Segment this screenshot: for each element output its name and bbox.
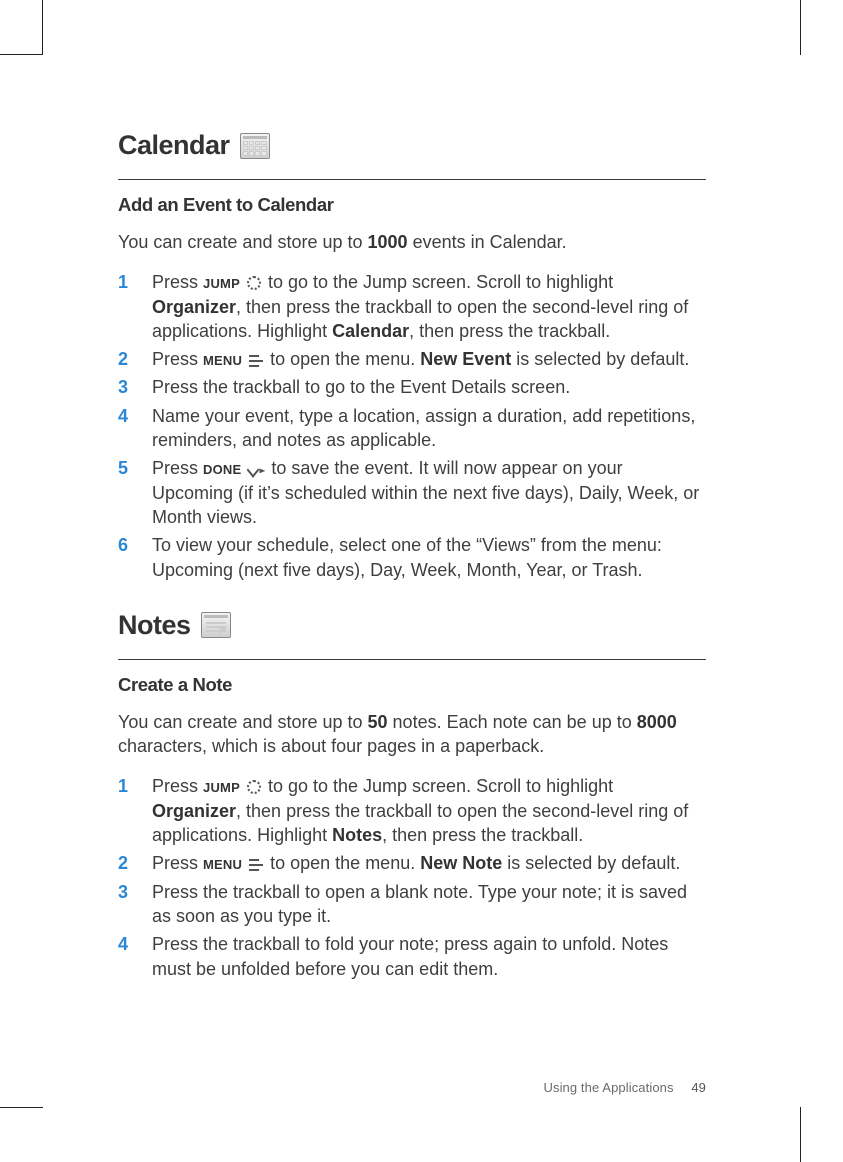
- step-number: 5: [118, 456, 152, 529]
- text: notes. Each note can be up to: [388, 712, 637, 732]
- bold-value: 50: [368, 712, 388, 732]
- step-item: 2Press MENU to open the menu. New Event …: [118, 347, 706, 371]
- step-list-notes: 1Press JUMP to go to the Jump screen. Sc…: [118, 774, 706, 980]
- step-text: Name your event, type a location, assign…: [152, 404, 706, 453]
- key-label: JUMP: [203, 780, 240, 795]
- crop-mark: [42, 0, 43, 55]
- step-item: 2Press MENU to open the menu. New Note i…: [118, 851, 706, 875]
- intro-text: You can create and store up to 1000 even…: [118, 230, 706, 254]
- divider: [118, 659, 706, 660]
- calendar-icon: [240, 133, 270, 159]
- bold-text: Notes: [332, 825, 382, 845]
- bold-text: Calendar: [332, 321, 409, 341]
- jump-icon: [247, 780, 261, 794]
- divider: [118, 179, 706, 180]
- page-footer: Using the Applications 49: [118, 1080, 706, 1095]
- text: You can create and store up to: [118, 712, 368, 732]
- step-number: 2: [118, 851, 152, 875]
- bold-value: 8000: [637, 712, 677, 732]
- step-item: 3Press the trackball to open a blank not…: [118, 880, 706, 929]
- step-number: 6: [118, 533, 152, 582]
- subsection-title: Add an Event to Calendar: [118, 194, 706, 216]
- step-text: Press the trackball to go to the Event D…: [152, 375, 706, 399]
- section-title-text: Notes: [118, 610, 191, 641]
- bold-value: 1000: [368, 232, 408, 252]
- text: You can create and store up to: [118, 232, 368, 252]
- crop-mark: [800, 1107, 801, 1162]
- done-icon: [248, 464, 264, 476]
- section-title-text: Calendar: [118, 130, 230, 161]
- bold-text: New Note: [420, 853, 502, 873]
- step-text: Press JUMP to go to the Jump screen. Scr…: [152, 270, 706, 343]
- step-item: 4Name your event, type a location, assig…: [118, 404, 706, 453]
- step-number: 3: [118, 880, 152, 929]
- step-text: Press the trackball to fold your note; p…: [152, 932, 706, 981]
- crop-mark: [800, 0, 801, 55]
- step-number: 1: [118, 774, 152, 847]
- text: events in Calendar.: [408, 232, 567, 252]
- step-text: Press JUMP to go to the Jump screen. Scr…: [152, 774, 706, 847]
- footer-section: Using the Applications: [543, 1080, 673, 1095]
- step-text: Press MENU to open the menu. New Event i…: [152, 347, 706, 371]
- step-number: 4: [118, 932, 152, 981]
- step-text: To view your schedule, select one of the…: [152, 533, 706, 582]
- step-item: 3Press the trackball to go to the Event …: [118, 375, 706, 399]
- bold-text: Organizer: [152, 801, 236, 821]
- step-text: Press the trackball to open a blank note…: [152, 880, 706, 929]
- subsection-title: Create a Note: [118, 674, 706, 696]
- key-label: JUMP: [203, 276, 240, 291]
- crop-mark: [0, 54, 43, 55]
- step-item: 1Press JUMP to go to the Jump screen. Sc…: [118, 774, 706, 847]
- jump-icon: [247, 276, 261, 290]
- bold-text: Organizer: [152, 297, 236, 317]
- page-number: 49: [691, 1080, 706, 1095]
- step-list-calendar: 1Press JUMP to go to the Jump screen. Sc…: [118, 270, 706, 582]
- text: characters, which is about four pages in…: [118, 736, 544, 756]
- menu-icon: [249, 355, 263, 367]
- step-item: 4Press the trackball to fold your note; …: [118, 932, 706, 981]
- notes-icon: [201, 612, 231, 638]
- page-content: Calendar Add an Event to Calendar You ca…: [118, 130, 706, 985]
- section-title-notes: Notes: [118, 610, 706, 641]
- menu-icon: [249, 859, 263, 871]
- step-item: 6To view your schedule, select one of th…: [118, 533, 706, 582]
- step-item: 5Press DONE to save the event. It will n…: [118, 456, 706, 529]
- section-title-calendar: Calendar: [118, 130, 706, 161]
- step-number: 2: [118, 347, 152, 371]
- step-number: 4: [118, 404, 152, 453]
- step-number: 3: [118, 375, 152, 399]
- crop-mark: [0, 1107, 43, 1108]
- section-notes: Notes Create a Note You can create and s…: [118, 610, 706, 981]
- key-label: DONE: [203, 462, 241, 477]
- key-label: MENU: [203, 353, 242, 368]
- step-item: 1Press JUMP to go to the Jump screen. Sc…: [118, 270, 706, 343]
- step-text: Press DONE to save the event. It will no…: [152, 456, 706, 529]
- step-number: 1: [118, 270, 152, 343]
- step-text: Press MENU to open the menu. New Note is…: [152, 851, 706, 875]
- intro-text: You can create and store up to 50 notes.…: [118, 710, 706, 759]
- key-label: MENU: [203, 857, 242, 872]
- bold-text: New Event: [420, 349, 511, 369]
